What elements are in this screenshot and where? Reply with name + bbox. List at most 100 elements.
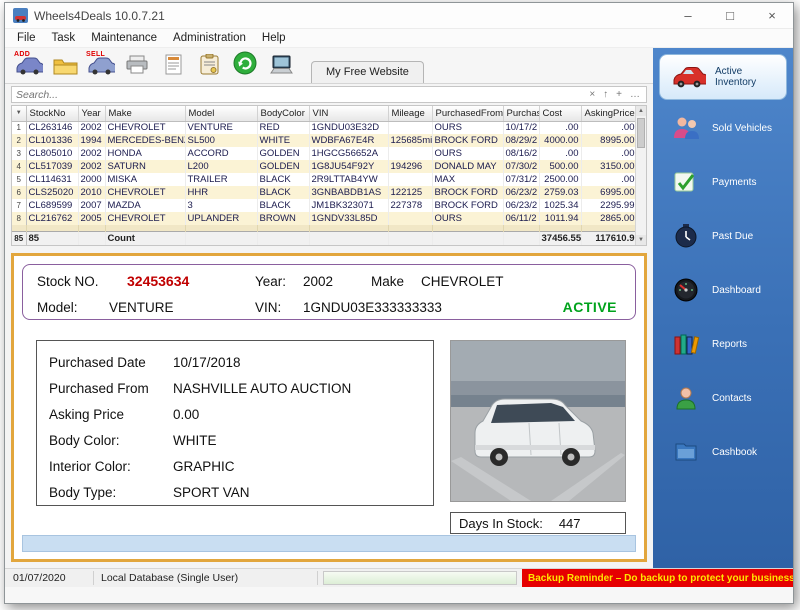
menu-task[interactable]: Task [44, 30, 84, 46]
sidebar-item-reports[interactable]: Reports [657, 318, 789, 370]
grid-cell[interactable]: HONDA [105, 147, 185, 160]
scroll-up-icon[interactable]: ▲ [636, 106, 646, 116]
grid-cell[interactable]: VENTURE [185, 121, 257, 134]
col-stockno[interactable]: StockNo [26, 106, 78, 121]
grid-cell[interactable]: CL114631 [26, 173, 78, 186]
print-button[interactable] [119, 50, 155, 82]
grid-cell[interactable]: 1HGCG56652A [309, 147, 388, 160]
table-row[interactable]: 1 CL263146 2002 CHEVROLET VENTURE RED 1G… [12, 121, 637, 134]
grid-cell[interactable]: BROCK FORD [432, 199, 503, 212]
sidebar-item-payments[interactable]: Payments [657, 156, 789, 208]
col-purchasedfrom[interactable]: PurchasedFrom [432, 106, 503, 121]
col-purchasedate[interactable]: Purchas [503, 106, 539, 121]
col-make[interactable]: Make [105, 106, 185, 121]
grid-cell[interactable]: 1994 [78, 134, 105, 147]
grid-cell[interactable]: 2002 [78, 160, 105, 173]
grid-cell[interactable]: 2865.00 [581, 212, 637, 225]
table-row[interactable]: 3 CL805010 2002 HONDA ACCORD GOLDEN 1HGC… [12, 147, 637, 160]
menu-maintenance[interactable]: Maintenance [83, 30, 165, 46]
open-button[interactable] [47, 50, 83, 82]
grid-cell[interactable]: 2000 [78, 173, 105, 186]
col-vin[interactable]: VIN [309, 106, 388, 121]
col-model[interactable]: Model [185, 106, 257, 121]
grid-cell[interactable]: OURS [432, 147, 503, 160]
grid-cell[interactable]: 1GNDU03E32D [309, 121, 388, 134]
grid-cell[interactable]: CLS25020 [26, 186, 78, 199]
grid-cell[interactable]: WDBFA67E4R [309, 134, 388, 147]
row-indicator-icon[interactable]: ▼ [12, 106, 26, 121]
grid-cell[interactable]: .00 [539, 121, 581, 134]
grid-cell[interactable]: 08/16/2 [503, 147, 539, 160]
grid-cell[interactable]: 08/29/2 [503, 134, 539, 147]
grid-cell[interactable] [388, 212, 432, 225]
menu-file[interactable]: File [9, 30, 44, 46]
sell-vehicle-button[interactable]: SELL [83, 50, 119, 82]
grid-cell[interactable]: 2005 [78, 212, 105, 225]
grid-cell[interactable]: 06/23/2 [503, 199, 539, 212]
grid-cell[interactable]: 10/17/2 [503, 121, 539, 134]
table-row[interactable]: 8 CL216762 2005 CHEVROLET UPLANDER BROWN… [12, 212, 637, 225]
grid-cell[interactable]: BROCK FORD [432, 134, 503, 147]
maximize-button[interactable]: □ [709, 3, 751, 28]
grid-cell[interactable]: 07/30/2 [503, 160, 539, 173]
close-button[interactable]: × [751, 3, 793, 28]
grid-vertical-scrollbar[interactable]: ▲ ▼ [635, 106, 646, 245]
sidebar-item-sold-vehicles[interactable]: Sold Vehicles [657, 102, 789, 154]
grid-cell[interactable]: 2007 [78, 199, 105, 212]
grid-cell[interactable]: BROWN [257, 212, 309, 225]
grid-cell[interactable]: CL805010 [26, 147, 78, 160]
search-input[interactable] [12, 87, 589, 102]
website-button[interactable] [263, 50, 299, 82]
grid-cell[interactable]: .00 [581, 121, 637, 134]
grid-cell[interactable]: UPLANDER [185, 212, 257, 225]
grid-cell[interactable]: 06/11/2 [503, 212, 539, 225]
sidebar-item-dashboard[interactable]: Dashboard [657, 264, 789, 316]
grid-cell[interactable]: 2R9LTTAB4YW [309, 173, 388, 186]
grid-cell[interactable]: MAX [432, 173, 503, 186]
grid-cell[interactable]: 8995.00 [581, 134, 637, 147]
grid-cell[interactable]: 1011.94 [539, 212, 581, 225]
grid-cell[interactable]: 3 [185, 199, 257, 212]
grid-cell[interactable]: 2500.00 [539, 173, 581, 186]
grid-cell[interactable]: 07/31/2 [503, 173, 539, 186]
grid-cell[interactable] [388, 173, 432, 186]
grid-cell[interactable]: TRAILER [185, 173, 257, 186]
grid-cell[interactable]: SL500 [185, 134, 257, 147]
row-number[interactable]: 1 [12, 121, 26, 134]
grid-cell[interactable]: 4000.00 [539, 134, 581, 147]
grid-cell[interactable]: RED [257, 121, 309, 134]
grid-cell[interactable]: .00 [581, 173, 637, 186]
grid-cell[interactable] [388, 147, 432, 160]
grid-cell[interactable]: DONALD MAY [432, 160, 503, 173]
grid-cell[interactable]: CL517039 [26, 160, 78, 173]
grid-cell[interactable]: 1GNDV33L85D [309, 212, 388, 225]
grid-cell[interactable]: 122125 [388, 186, 432, 199]
grid-cell[interactable] [388, 121, 432, 134]
more-options-icon[interactable]: … [630, 89, 640, 100]
grid-cell[interactable]: 500.00 [539, 160, 581, 173]
row-number[interactable]: 6 [12, 186, 26, 199]
grid-cell[interactable]: BLACK [257, 173, 309, 186]
grid-cell[interactable]: 194296 [388, 160, 432, 173]
row-number[interactable]: 8 [12, 212, 26, 225]
table-row[interactable]: 4 CL517039 2002 SATURN L200 GOLDEN 1G8JU… [12, 160, 637, 173]
grid-cell[interactable]: 2759.03 [539, 186, 581, 199]
menu-administration[interactable]: Administration [165, 30, 254, 46]
sidebar-item-active-inventory[interactable]: Active Inventory [659, 54, 787, 100]
table-row[interactable]: 6 CLS25020 2010 CHEVROLET HHR BLACK 3GNB… [12, 186, 637, 199]
grid-cell[interactable]: SATURN [105, 160, 185, 173]
grid-cell[interactable]: JM1BK323071 [309, 199, 388, 212]
row-number[interactable]: 4 [12, 160, 26, 173]
col-cost[interactable]: Cost [539, 106, 581, 121]
clear-search-icon[interactable]: × [589, 89, 595, 100]
scroll-down-icon[interactable]: ▼ [636, 235, 646, 245]
grid-cell[interactable]: 2002 [78, 121, 105, 134]
sidebar-item-contacts[interactable]: Contacts [657, 372, 789, 424]
sidebar-item-past-due[interactable]: Past Due [657, 210, 789, 262]
add-vehicle-button[interactable]: ADD [11, 50, 47, 82]
scrollbar-thumb[interactable] [637, 118, 645, 148]
grid-cell[interactable]: CL101336 [26, 134, 78, 147]
sidebar-item-cashbook[interactable]: Cashbook [657, 426, 789, 478]
grid-cell[interactable]: MAZDA [105, 199, 185, 212]
grid-cell[interactable]: 06/23/2 [503, 186, 539, 199]
